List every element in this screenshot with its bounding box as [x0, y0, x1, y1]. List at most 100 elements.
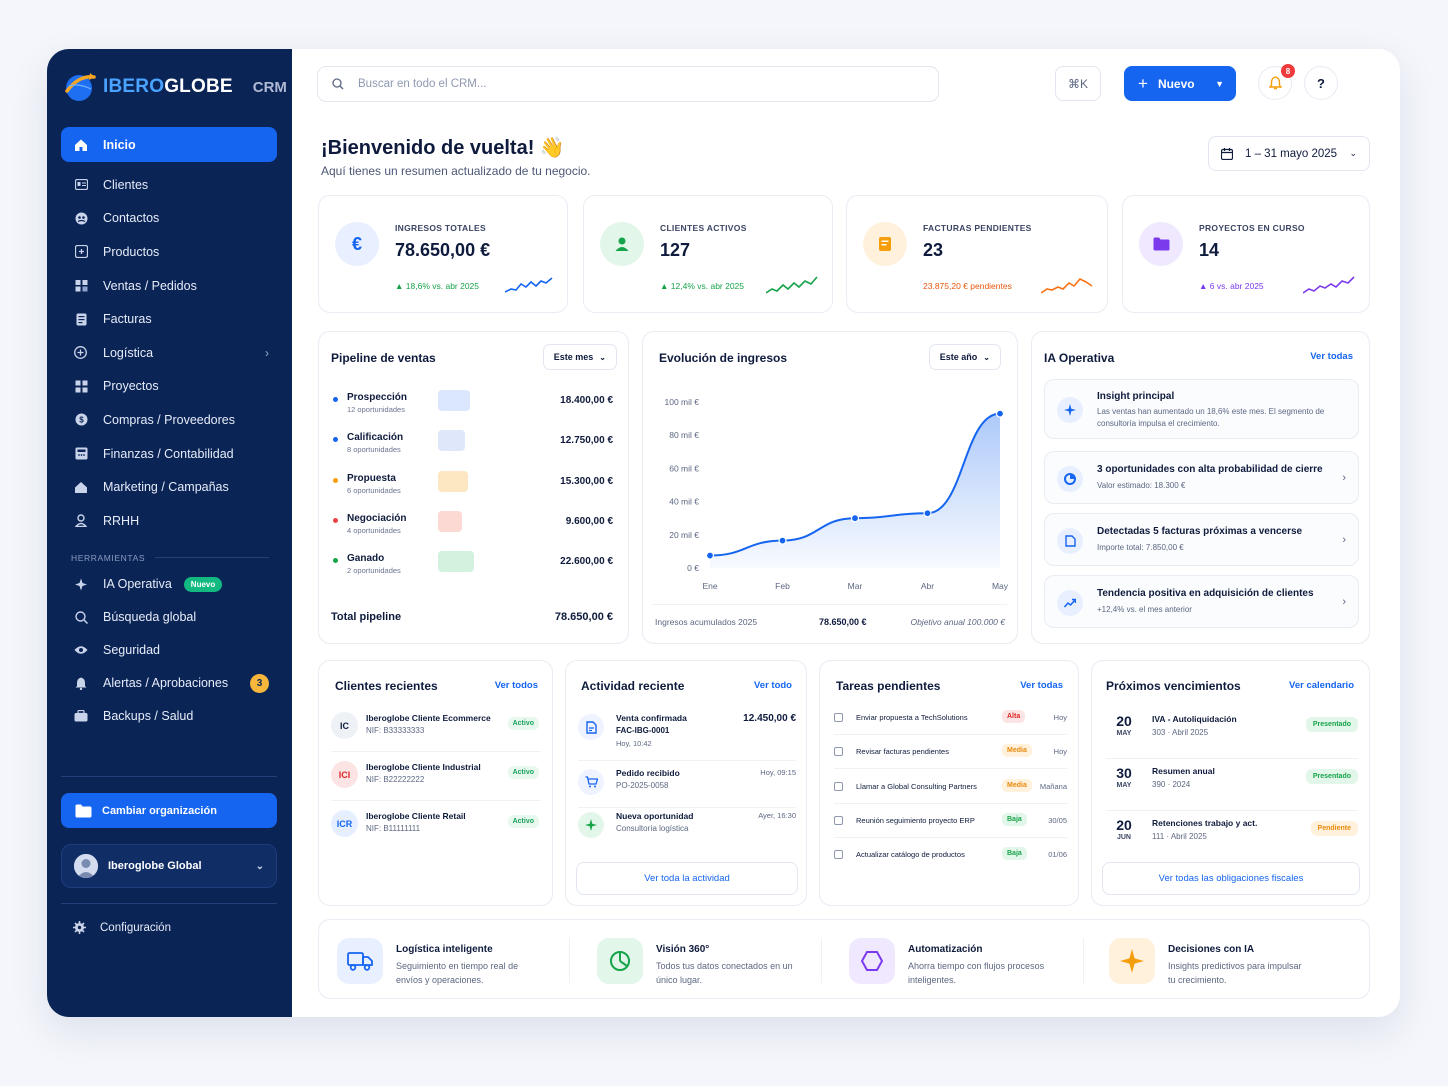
data-point[interactable] — [778, 536, 787, 545]
priority-badge: Alta — [1002, 710, 1026, 723]
pipeline-stage-row[interactable]: Negociación 4 oportunidades 9.600,00 € — [331, 510, 613, 543]
client-row[interactable]: ICR Iberoglobe Cliente Retail NIF: B1111… — [331, 805, 541, 850]
deadline-title: IVA - Autoliquidación — [1152, 714, 1237, 724]
pipeline-card: Pipeline de ventas Este mes ⌄ Prospección… — [318, 331, 629, 644]
sidebar-item-inicio[interactable]: Inicio — [61, 127, 277, 162]
sidebar-item-clientes[interactable]: Clientes — [61, 168, 277, 202]
y-tick-label: 60 mil € — [669, 463, 699, 473]
ai-trend-card[interactable]: Tendencia positiva en adquisición de cli… — [1044, 575, 1359, 628]
search-input[interactable]: Buscar en todo el CRM... — [317, 66, 939, 102]
sidebar-item-ventas[interactable]: Ventas / Pedidos — [61, 269, 277, 303]
deadline-title: Resumen anual — [1152, 766, 1215, 776]
deadlines-calendar-link[interactable]: Ver calendario — [1289, 680, 1354, 691]
client-row[interactable]: ICI Iberoglobe Cliente Industrial NIF: B… — [331, 756, 541, 801]
stage-opportunities: 8 oportunidades — [347, 445, 401, 455]
sidebar-item-busqueda-global[interactable]: Búsqueda global — [61, 601, 277, 634]
stage-bar — [438, 390, 470, 411]
pipeline-stage-row[interactable]: Calificación 8 oportunidades 12.750,00 € — [331, 430, 613, 462]
stage-bar — [438, 430, 465, 452]
organization-selector[interactable]: Iberoglobe Global ⌄ — [61, 844, 277, 888]
data-point[interactable] — [705, 551, 715, 560]
tools-section-header: HERRAMIENTAS — [71, 550, 277, 566]
stage-opportunities: 12 oportunidades — [347, 405, 405, 414]
sidebar-item-marketing[interactable]: Marketing / Campañas — [61, 470, 277, 504]
database-icon — [73, 708, 89, 724]
pipeline-stage-row[interactable]: Prospección 12 oportunidades 18.400,00 € — [331, 390, 613, 422]
task-row[interactable]: Reunión seguimiento proyecto ERP Baja 30/0… — [834, 804, 1067, 838]
pipeline-stage-row[interactable]: Propuesta 6 oportunidades 15.300,00 € — [331, 470, 613, 503]
calendar-icon — [1221, 147, 1233, 160]
sidebar-item-finanzas[interactable]: Finanzas / Contabilidad — [61, 437, 277, 471]
kpi-trend: 23.875,20 € pendientes — [923, 281, 1012, 291]
x-tick-label: Mar — [848, 581, 863, 591]
tasks-view-all-link[interactable]: Ver todas — [1020, 680, 1063, 691]
activity-row[interactable]: Pedido recibido PO-2025-0058 Hoy, 09:15 — [578, 766, 796, 808]
deadline-row[interactable]: 30 MAY Resumen anual 390 · 2024 Presentado — [1106, 759, 1358, 811]
user-icon — [600, 222, 644, 266]
sidebar-divider — [61, 903, 277, 904]
sidebar-item-facturas[interactable]: Facturas — [61, 302, 277, 336]
pipeline-stage-row[interactable]: Ganado 2 oportunidades 22.600,00 € — [331, 551, 613, 583]
chart-footer-total: 78.650,00 € — [819, 617, 867, 627]
date-range-label: 1 – 31 mayo 2025 — [1245, 147, 1338, 160]
client-row[interactable]: IC Iberoglobe Cliente Ecommerce NIF: B33… — [331, 707, 541, 752]
brand[interactable]: IBEROGLOBE CRM — [61, 67, 287, 107]
task-checkbox[interactable] — [834, 781, 843, 791]
clients-view-all-link[interactable]: Ver todos — [495, 680, 538, 691]
ai-invoices-card[interactable]: Detectadas 5 facturas próximas a vencers… — [1044, 513, 1359, 566]
switch-organization-button[interactable]: Cambiar organización — [61, 793, 277, 828]
task-name: Actualizar catálogo de productos — [856, 850, 965, 860]
deadline-row[interactable]: 20 JUN Retenciones trabajo y act. 111 · Abr… — [1106, 811, 1358, 863]
activity-amount: 12.450,00 € — [743, 713, 796, 724]
command-palette-button[interactable]: ⌘K — [1055, 66, 1101, 101]
sidebar-item-compras[interactable]: $ Compras / Proveedores — [61, 403, 277, 437]
ai-view-all-link[interactable]: Ver todas — [1310, 351, 1353, 362]
task-checkbox[interactable] — [834, 747, 843, 757]
data-point[interactable] — [995, 409, 1005, 418]
sidebar-item-seguridad[interactable]: Seguridad — [61, 634, 277, 667]
user-icon — [73, 513, 89, 529]
task-row[interactable]: Revisar facturas pendientes Media Hoy — [834, 735, 1067, 770]
sidebar-item-backups[interactable]: Backups / Salud — [61, 700, 277, 733]
sidebar-item-logistica[interactable]: Logística › — [61, 336, 277, 370]
activity-row[interactable]: Venta confirmada FAC-IBG-0001 Hoy, 10:42… — [578, 711, 796, 761]
sidebar-item-proyectos[interactable]: Proyectos — [61, 370, 277, 404]
task-checkbox[interactable] — [834, 815, 843, 825]
ai-opportunities-card[interactable]: 3 oportunidades con alta probabilidad de… — [1044, 451, 1359, 504]
sidebar-item-label: Compras / Proveedores — [103, 412, 236, 427]
task-row[interactable]: Enviar propuesta a TechSolutions Alta Hoy — [834, 701, 1067, 735]
view-all-obligations-button[interactable]: Ver todas las obligaciones fiscales — [1102, 862, 1360, 895]
kpi-card-invoices[interactable]: FACTURAS PENDIENTES 23 23.875,20 € pendi… — [846, 195, 1108, 313]
sidebar-item-alertas[interactable]: Alertas / Aprobaciones 3 — [61, 667, 277, 700]
sidebar-item-rrhh[interactable]: RRHH — [61, 504, 277, 538]
settings-link[interactable]: Configuración — [73, 921, 171, 934]
help-button[interactable]: ? — [1304, 66, 1338, 100]
sidebar-item-contactos[interactable]: Contactos — [61, 202, 277, 236]
receipt-icon — [578, 714, 604, 740]
tasks-title: Tareas pendientes — [836, 679, 941, 693]
new-button[interactable]: + Nuevo ▼ — [1124, 66, 1236, 101]
deadline-row[interactable]: 20 MAY IVA - Autoliquidación 303 · Abril 20… — [1106, 707, 1358, 759]
sidebar-item-productos[interactable]: Productos — [61, 235, 277, 269]
calculator-icon — [73, 446, 89, 462]
ai-insight-card[interactable]: Insight principal Las ventas han aumenta… — [1044, 379, 1359, 439]
kpi-card-projects[interactable]: PROYECTOS EN CURSO 14 ▲ 6 vs. abr 2025 — [1122, 195, 1370, 313]
sparkline-chart — [505, 277, 553, 293]
data-point[interactable] — [923, 509, 932, 518]
kpi-card-clients[interactable]: CLIENTES ACTIVOS 127 ▲ 12,4% vs. abr 202… — [583, 195, 833, 313]
task-row[interactable]: Actualizar catálogo de productos Baja 01/0… — [834, 838, 1067, 872]
kpi-card-revenue[interactable]: € INGRESOS TOTALES 78.650,00 € ▲ 18,6% v… — [318, 195, 568, 313]
task-checkbox[interactable] — [834, 713, 843, 722]
task-checkbox[interactable] — [834, 850, 843, 860]
sidebar-item-ia-operativa[interactable]: IA Operativa Nuevo — [61, 568, 277, 601]
revenue-period-select[interactable]: Este año ⌄ — [928, 344, 1001, 370]
pipeline-period-select[interactable]: Este mes ⌄ — [542, 344, 617, 370]
notifications-button[interactable]: 8 — [1258, 64, 1295, 100]
view-all-activity-button[interactable]: Ver toda la actividad — [576, 862, 798, 895]
date-range-picker[interactable]: 1 – 31 mayo 2025 ⌄ — [1208, 136, 1370, 171]
main-nav: Inicio Clientes Contactos Productos Vent… — [61, 127, 277, 733]
task-row[interactable]: Llamar a Global Consulting Partners Media… — [834, 770, 1067, 804]
activity-row[interactable]: Nueva oportunidad Consultoría logística … — [578, 809, 796, 851]
data-point[interactable] — [850, 514, 860, 523]
activity-view-all-link[interactable]: Ver todo — [754, 680, 792, 691]
